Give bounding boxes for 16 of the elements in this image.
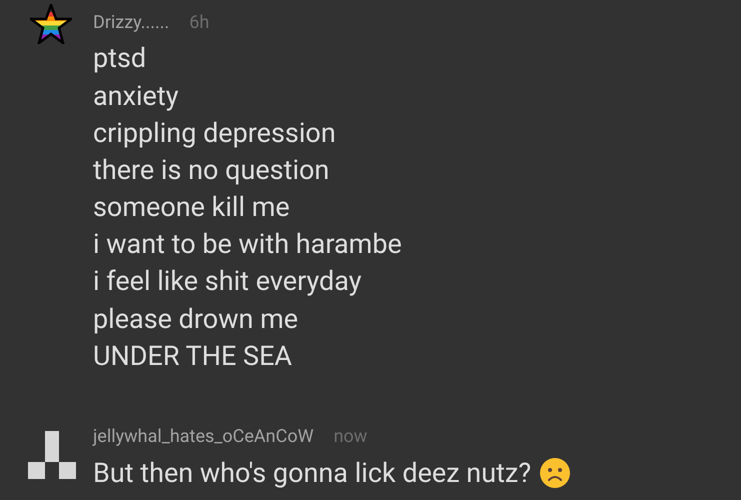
comment-line: there is no question (93, 152, 330, 188)
comment-line: crippling depression (93, 116, 336, 151)
pixel-blocks-icon (28, 430, 76, 479)
author-name[interactable]: Drizzy...... (93, 8, 170, 36)
comment-line: please drown me (93, 302, 298, 337)
comment-line: But then who's gonna lick deez nutz? (93, 456, 532, 492)
author-name[interactable]: jellywhal_hates_oCeAnCoW (93, 423, 314, 450)
comment-line: ptsd (93, 41, 146, 76)
comment-line: anxiety (93, 78, 178, 114)
comment-line: someone kill me (93, 190, 290, 226)
comment-line: i want to be with harambe (93, 227, 402, 262)
comment-time: 6h (189, 10, 210, 34)
comment-line: i feel like shit everyday (93, 264, 362, 300)
rainbow-star-icon (30, 4, 72, 44)
comment-time: now (334, 425, 368, 450)
comment-line: UNDER THE SEA (93, 338, 292, 374)
